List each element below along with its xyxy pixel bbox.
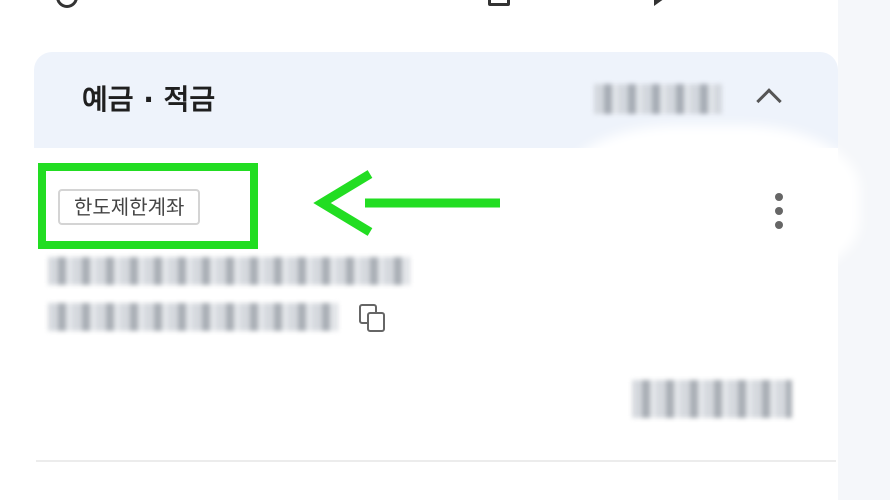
limit-restricted-account-badge: 한도제한계좌 (58, 189, 201, 225)
document-icon[interactable] (488, 0, 510, 6)
highlight-box: 한도제한계좌 (38, 163, 258, 249)
section-total-amount-redacted (594, 84, 722, 114)
account-number-redacted (48, 303, 338, 331)
more-vertical-icon[interactable] (770, 193, 790, 237)
play-icon[interactable] (654, 0, 668, 6)
account-name-redacted (48, 257, 410, 285)
account-balance-redacted (632, 380, 792, 418)
divider (36, 460, 836, 462)
top-toolbar-cutoff (0, 0, 838, 16)
redaction-smudge (560, 125, 860, 285)
info-circle-icon[interactable] (56, 0, 78, 8)
arrow-left-icon (313, 170, 500, 236)
chevron-up-icon[interactable] (756, 88, 782, 114)
section-title: 예금 · 적금 (82, 83, 216, 116)
page: 예금 · 적금 한도제한계좌 (0, 0, 890, 500)
copy-icon[interactable] (357, 302, 389, 334)
